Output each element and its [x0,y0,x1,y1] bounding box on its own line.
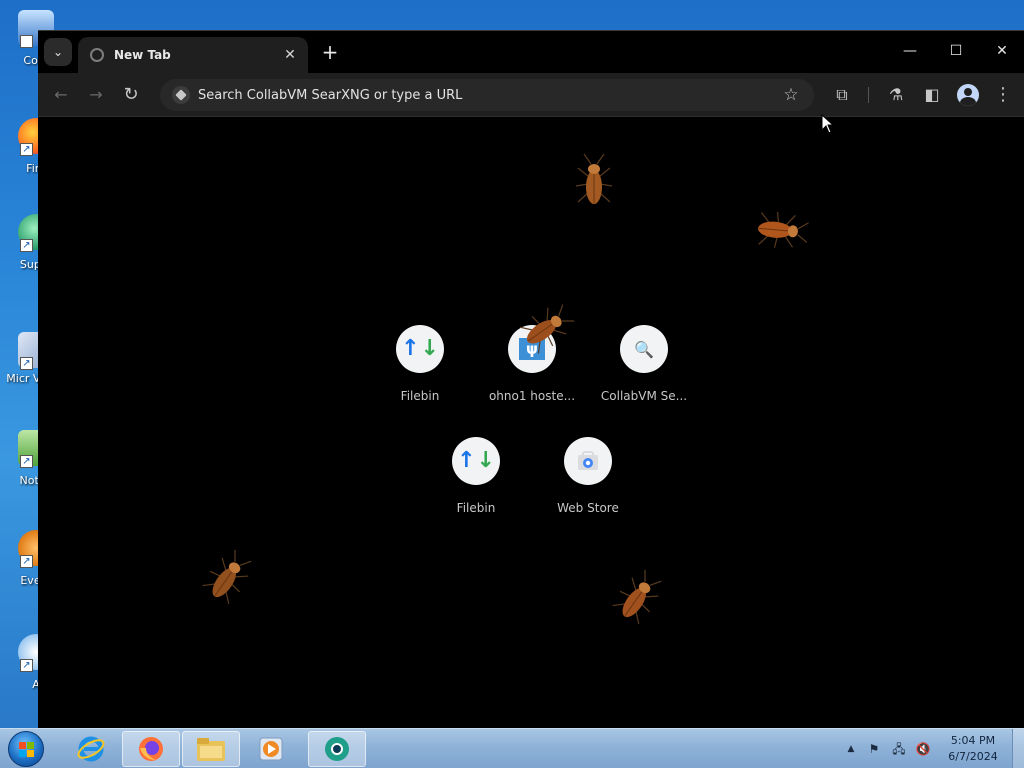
filebin-icon: ↑ ↓ [396,325,444,373]
forward-button[interactable]: → [83,82,109,108]
taskbar-media-player[interactable] [242,731,300,767]
menu-kebab-icon[interactable]: ⋮ [990,82,1016,108]
taskbar-firefox[interactable] [122,731,180,767]
shortcut-label: Filebin [400,389,440,403]
bookmark-star-icon[interactable]: ☆ [780,85,802,105]
chrome-beta-icon [325,737,349,761]
collabvm-search-icon: 🔍 [620,325,668,373]
media-player-icon [259,737,283,761]
show-hidden-icons-button[interactable]: ▲ [843,741,859,757]
labs-flask-icon[interactable]: ⚗ [883,82,909,108]
action-center-flag-icon[interactable]: ⚑ [866,741,882,757]
cockroach-icon [612,569,662,625]
new-tab-button[interactable]: + [318,41,342,65]
shortcut-label: Filebin [456,501,496,515]
omnibox-input[interactable] [198,87,780,103]
windows-logo-icon [19,742,35,758]
shortcut-label: ohno1 hoste... [488,389,576,403]
side-panel-button[interactable]: ◧ [919,82,945,108]
taskbar-internet-explorer[interactable] [62,731,120,767]
shortcut-filebin-2[interactable]: ↑ ↓ Filebin [420,437,532,537]
web-store-icon [564,437,612,485]
taskbar-file-explorer[interactable] [182,731,240,767]
tab-new-tab[interactable]: New Tab ✕ [78,37,308,73]
internet-explorer-icon [77,736,105,762]
shortcut-arrow-icon: ↗ [20,357,33,370]
mouse-cursor-icon [821,114,835,134]
tab-close-icon[interactable]: ✕ [282,47,298,63]
firefox-icon [139,737,163,761]
cockroach-icon [575,154,613,204]
volume-muted-icon[interactable]: 🔇 [915,741,931,757]
collabvm-glyph: 🔍 [634,339,654,359]
search-engine-icon [172,86,190,104]
taskbar-clock[interactable]: 5:04 PM 6/7/2024 [940,733,1006,765]
shortcut-arrow-icon: ↗ [20,239,33,252]
filebin-icon: ↑ ↓ [452,437,500,485]
shortcut-label: CollabVM Se... [600,389,688,403]
start-button[interactable] [8,731,44,767]
reload-button[interactable]: ↻ [118,82,144,108]
tab-strip: ⌄ New Tab ✕ + — ☐ ✕ [38,31,1024,73]
shortcut-arrow-icon: ↗ [20,555,33,568]
taskbar-chrome[interactable] [308,731,366,767]
clock-date: 6/7/2024 [948,750,998,763]
close-window-button[interactable]: ✕ [988,39,1016,63]
clock-time: 5:04 PM [950,734,996,747]
taskbar: ▲ ⚑ 🖧 🔇 5:04 PM 6/7/2024 [0,728,1024,768]
show-desktop-button[interactable] [1012,729,1024,768]
tab-title: New Tab [114,48,171,62]
shortcut-label: Web Store [557,501,619,515]
shortcut-collabvm-search[interactable]: 🔍 CollabVM Se... [588,325,700,425]
cockroach-icon [202,549,252,605]
shortcut-arrow-icon: ↗ [20,659,33,672]
shortcut-web-store[interactable]: Web Store [532,437,644,537]
omnibox[interactable]: ☆ [160,79,814,111]
network-icon[interactable]: 🖧 [891,741,907,757]
toolbar-divider [868,87,869,103]
tab-search-button[interactable]: ⌄ [44,38,72,66]
browser-toolbar: ← → ↻ ☆ ⧉ ⚗ ◧ ⋮ [38,73,1024,117]
cockroach-icon [758,211,810,248]
shortcut-arrow-icon: ↗ [20,143,33,156]
new-tab-page: ↑ ↓ Filebin ψ ohno1 hoste... 🔍 CollabVM S… [38,118,1024,729]
profile-avatar[interactable] [957,84,979,106]
shortcut-arrow-icon [20,35,33,48]
browser-window: ⌄ New Tab ✕ + — ☐ ✕ ← → ↻ ☆ ⧉ ⚗ ◧ ⋮ [38,30,1024,729]
folder-icon [197,738,225,761]
back-button[interactable]: ← [48,82,74,108]
minimize-button[interactable]: — [896,39,924,63]
maximize-button[interactable]: ☐ [942,39,970,63]
extensions-button[interactable]: ⧉ [829,82,855,108]
chevron-down-icon: ⌄ [52,45,64,59]
shortcut-arrow-icon: ↗ [20,455,33,468]
shortcut-filebin-1[interactable]: ↑ ↓ Filebin [364,325,476,425]
new-tab-favicon-icon [90,48,104,62]
